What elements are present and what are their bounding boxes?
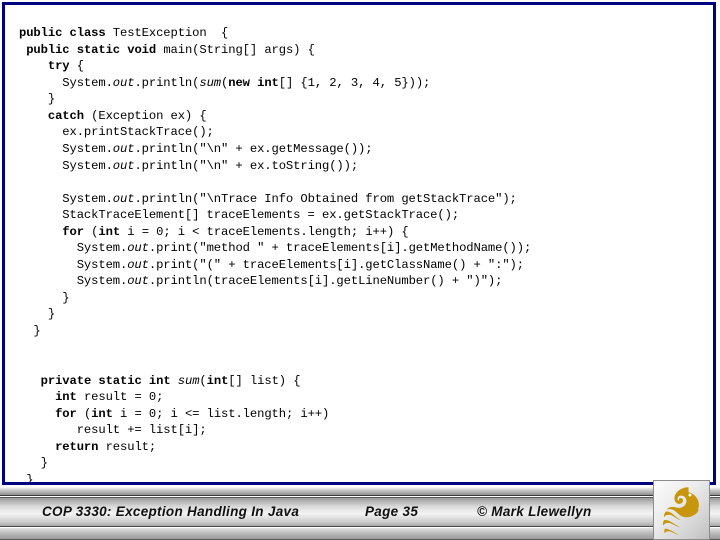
code-line: for (int i = 0; i < traceElements.length… — [62, 224, 409, 239]
code-line: } — [19, 472, 34, 485]
code-line: } — [19, 307, 56, 322]
slide-content-frame: public class TestException { public stat… — [2, 2, 716, 485]
code-line: System.out.println("\n" + ex.getMessage(… — [19, 142, 373, 157]
code-line: public static void main(String[] args) { — [26, 42, 315, 57]
footer-bar-bottom — [0, 528, 720, 540]
ucf-pegasus-logo — [653, 480, 710, 540]
footer-bar-top — [0, 487, 720, 496]
code-line: result += list[i]; — [19, 423, 207, 438]
code-line: System.out.print("method " + traceElemen… — [19, 241, 532, 256]
code-line: System.out.println(traceElements[i].getL… — [19, 274, 503, 289]
java-code-block: public class TestException { public stat… — [19, 25, 709, 485]
footer-bar-middle — [0, 497, 720, 527]
code-line: System.out.println(sum(new int[] {1, 2, … — [19, 75, 431, 90]
code-line: int result = 0; — [55, 390, 164, 405]
code-line: } — [19, 456, 48, 471]
code-line: return result; — [55, 439, 157, 454]
slide-footer: COP 3330: Exception Handling In Java Pag… — [0, 487, 720, 540]
code-line: catch (Exception ex) { — [47, 108, 207, 123]
code-line: System.out.println("\nTrace Info Obtaine… — [19, 191, 517, 206]
code-line: } — [19, 92, 56, 107]
code-line: } — [19, 324, 41, 339]
code-line: } — [19, 290, 70, 305]
code-line: private static int sum(int[] list) { — [40, 373, 301, 388]
code-line: System.out.print("(" + traceElements[i].… — [19, 257, 524, 272]
slide: public class TestException { public stat… — [0, 0, 720, 540]
code-line: System.out.println("\n" + ex.toString())… — [19, 158, 359, 173]
pegasus-icon — [662, 487, 699, 535]
code-line: try { — [47, 59, 84, 74]
code-line: StackTraceElement[] traceElements = ex.g… — [19, 208, 460, 223]
code-line: for (int i = 0; i <= list.length; i++) — [55, 406, 330, 421]
code-line: public class TestException { — [19, 26, 229, 41]
code-line: ex.printStackTrace(); — [19, 125, 214, 140]
